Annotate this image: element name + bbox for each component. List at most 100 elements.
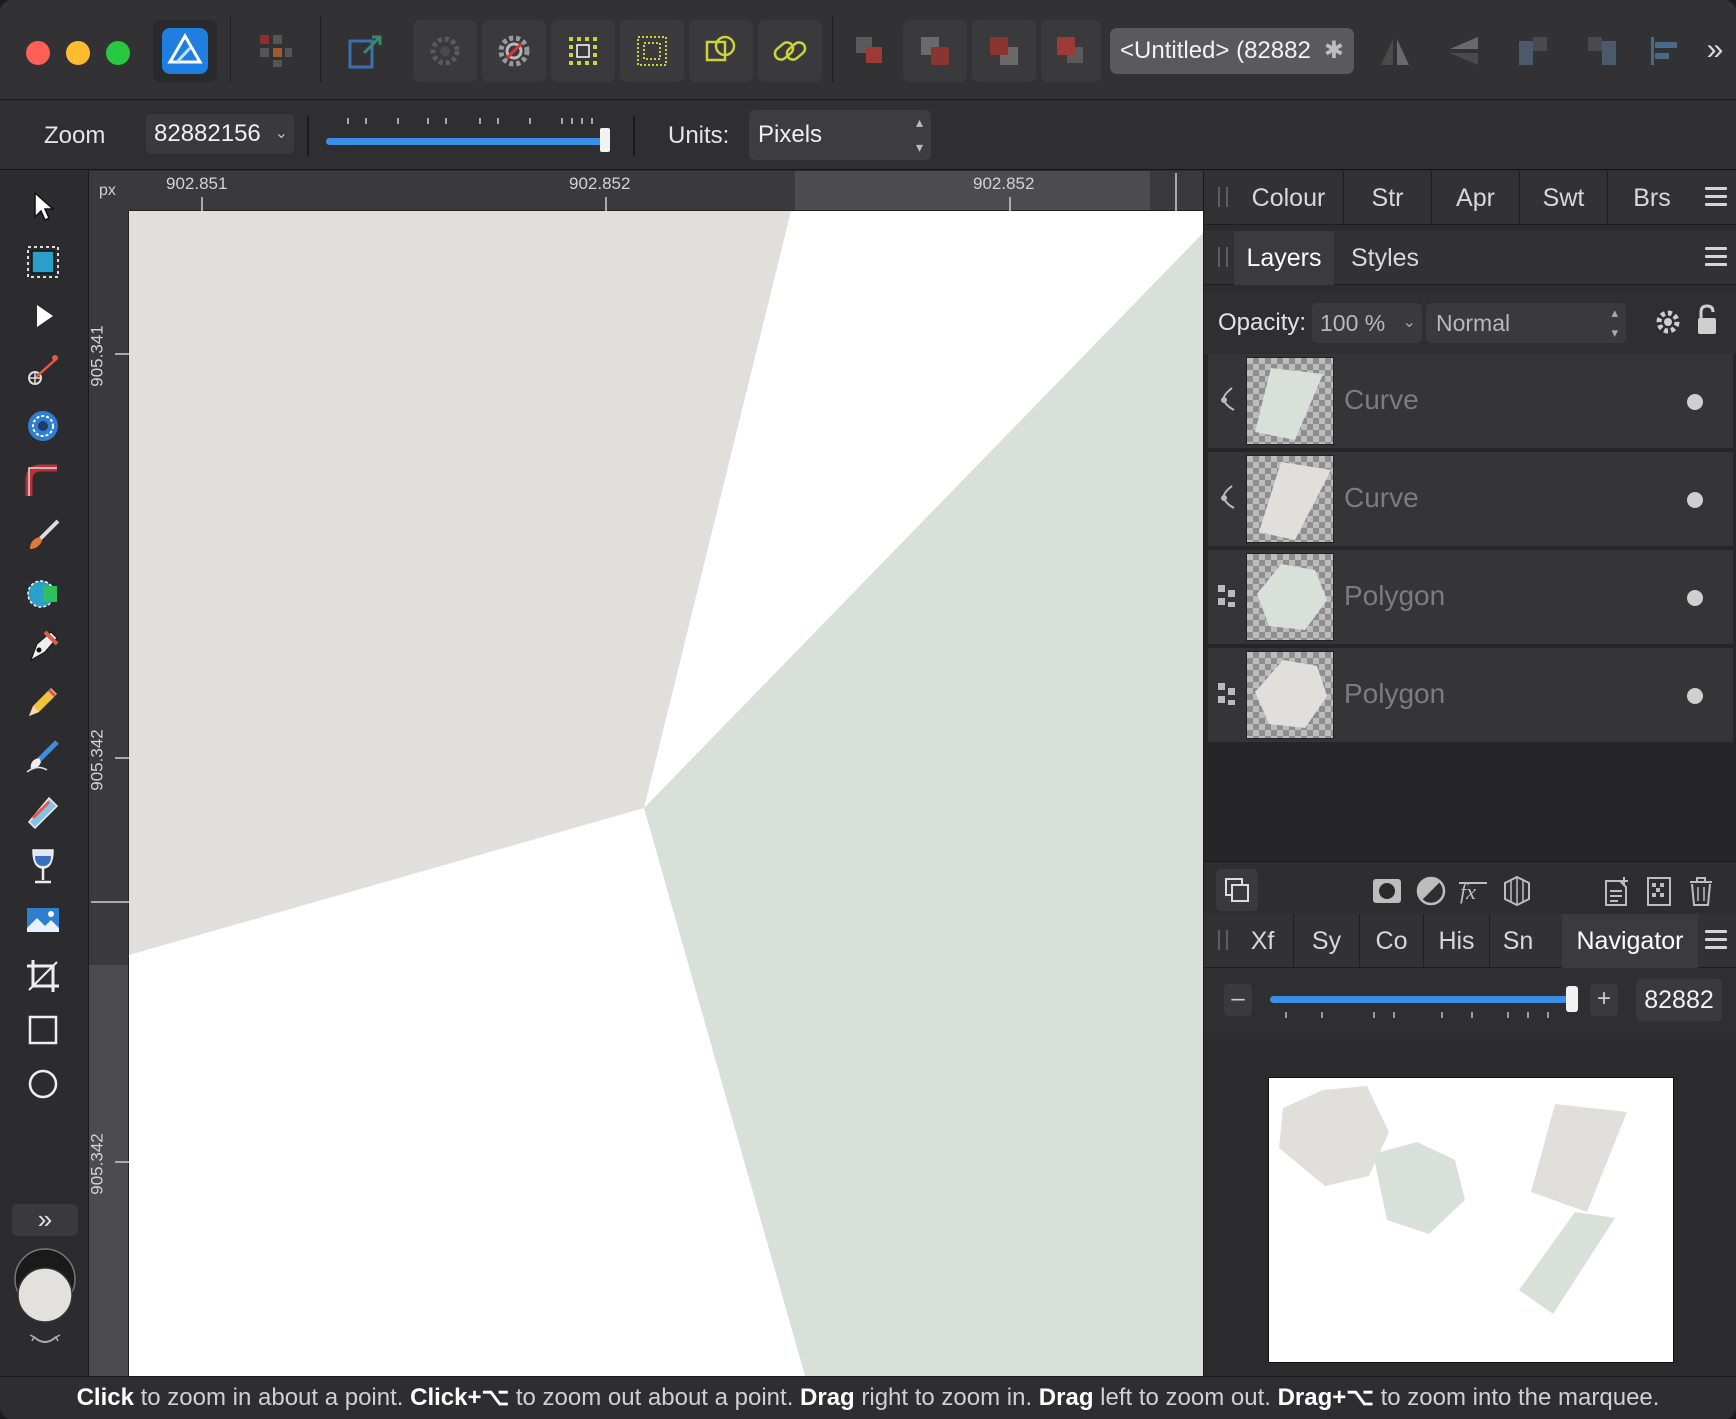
curve-icon	[1221, 485, 1235, 509]
move-tool-icon[interactable]	[20, 183, 66, 229]
minimize-window-button[interactable]	[66, 41, 90, 65]
layer-row[interactable]: Curve	[1208, 452, 1733, 548]
status-key: Drag	[800, 1384, 855, 1411]
layer-options-icon[interactable]	[1216, 869, 1258, 911]
corner-tool-icon[interactable]	[20, 459, 66, 505]
add-pixel-layer-icon[interactable]	[1598, 872, 1636, 910]
vector-brush-tool-icon[interactable]	[20, 733, 66, 779]
more-tools-button[interactable]: »	[12, 1204, 78, 1236]
blend-mode-select[interactable]: Normal ▴ ▾	[1426, 303, 1626, 343]
layer-settings-gear-icon[interactable]	[1654, 308, 1682, 336]
chevron-down-icon[interactable]: ⌄	[275, 114, 288, 154]
visibility-dot-icon[interactable]	[1687, 688, 1703, 704]
visibility-dot-icon[interactable]	[1687, 590, 1703, 606]
affinity-designer-app-icon[interactable]	[153, 20, 217, 82]
colour-swatches[interactable]	[12, 1245, 78, 1365]
fill-tool-icon[interactable]	[20, 789, 66, 835]
node-tool-icon[interactable]	[20, 293, 66, 339]
document-close-icon[interactable]: ✱	[1324, 28, 1344, 74]
align-icon[interactable]	[1640, 20, 1690, 82]
lock-icon[interactable]	[1696, 304, 1718, 336]
tab-snapshots[interactable]: Sn	[1490, 914, 1546, 968]
units-select[interactable]: Pixels ▴ ▾	[749, 110, 931, 160]
rotate-left-icon[interactable]	[1501, 20, 1565, 82]
layer-effects-icon[interactable]: fx	[1454, 872, 1492, 910]
snapping-settings-icon[interactable]	[482, 20, 546, 82]
panel-menu-icon[interactable]	[1705, 247, 1727, 267]
document-tab[interactable]: <Untitled> (82882 ✱	[1110, 28, 1354, 74]
zoom-out-button[interactable]: –	[1224, 984, 1252, 1016]
chevron-down-icon[interactable]: ⌄	[1403, 303, 1416, 343]
tab-styles[interactable]: Styles	[1336, 231, 1434, 285]
panel-menu-icon[interactable]	[1705, 187, 1727, 207]
rotate-right-icon[interactable]	[1570, 20, 1634, 82]
navigator-zoom-slider[interactable]	[1266, 982, 1584, 1026]
geometry-icon[interactable]	[689, 20, 753, 82]
crop-tool-icon[interactable]	[20, 953, 66, 999]
close-window-button[interactable]	[26, 41, 50, 65]
horizontal-ruler[interactable]: 902.851 902.852 902.852	[89, 171, 1203, 211]
rasterise-layer-icon[interactable]	[1640, 872, 1678, 910]
personas-icon[interactable]	[244, 20, 308, 82]
tab-appearance[interactable]: Apr	[1432, 171, 1520, 225]
ellipse-tool-icon[interactable]	[20, 1061, 66, 1107]
grid-icon[interactable]	[551, 20, 615, 82]
layer-row[interactable]: Curve	[1208, 354, 1733, 450]
contour-tool-icon[interactable]	[20, 403, 66, 449]
navigator-zoom-value[interactable]: 82882	[1636, 979, 1722, 1021]
paint-brush-tool-icon[interactable]	[20, 513, 66, 559]
tab-constraints[interactable]: Co	[1360, 914, 1424, 968]
layer-row[interactable]: Polygon	[1208, 648, 1733, 744]
place-image-tool-icon[interactable]	[20, 897, 66, 943]
colour-panel-tabs: Colour Str Apr Swt Brs	[1204, 171, 1736, 225]
arrange-back-icon[interactable]	[838, 20, 902, 82]
pencil-tool-icon[interactable]	[20, 679, 66, 725]
tab-colour[interactable]: Colour	[1234, 171, 1344, 225]
layer-list: Curve Curve Polygon Polygon	[1204, 354, 1736, 884]
vertical-ruler[interactable]: 905.341 905.342 905.342	[88, 171, 129, 1376]
panel-menu-icon[interactable]	[1705, 930, 1727, 950]
adjustment-layer-icon[interactable]	[1412, 872, 1450, 910]
flip-horizontal-icon[interactable]	[1363, 20, 1427, 82]
navigator-preview[interactable]	[1268, 1077, 1674, 1363]
pixel-grid-icon[interactable]	[620, 20, 684, 82]
visibility-dot-icon[interactable]	[1687, 492, 1703, 508]
tab-symbols[interactable]: Sy	[1294, 914, 1360, 968]
artboard-tool-icon[interactable]	[20, 239, 66, 285]
delete-layer-icon[interactable]	[1682, 872, 1720, 910]
tab-stroke[interactable]: Str	[1344, 171, 1432, 225]
vector-flood-fill-tool-icon[interactable]	[20, 569, 66, 615]
arrange-forward-icon[interactable]	[972, 20, 1036, 82]
toolbar-overflow-button[interactable]: »	[1700, 30, 1730, 70]
arrange-front-icon[interactable]	[1041, 20, 1101, 82]
mask-layer-icon[interactable]	[1368, 872, 1406, 910]
live-filter-icon[interactable]	[1498, 872, 1536, 910]
panel-grip-icon[interactable]	[1218, 187, 1228, 207]
tab-navigator[interactable]: Navigator	[1562, 914, 1698, 968]
maximize-window-button[interactable]	[106, 41, 130, 65]
tab-history[interactable]: His	[1424, 914, 1490, 968]
ruler-origin[interactable]: px	[89, 171, 129, 211]
link-icon[interactable]	[758, 20, 822, 82]
export-persona-icon[interactable]	[334, 20, 398, 82]
tab-transform[interactable]: Xf	[1232, 914, 1294, 968]
visibility-dot-icon[interactable]	[1687, 394, 1703, 410]
panel-grip-icon[interactable]	[1218, 930, 1228, 950]
document-canvas[interactable]	[129, 211, 1203, 1376]
panel-grip-icon[interactable]	[1218, 247, 1228, 267]
point-transform-tool-icon[interactable]	[20, 347, 66, 393]
snapping-gear-icon[interactable]	[413, 20, 477, 82]
tab-layers[interactable]: Layers	[1234, 231, 1334, 285]
rectangle-tool-icon[interactable]	[20, 1007, 66, 1053]
arrange-backward-icon[interactable]	[903, 20, 967, 82]
layer-row[interactable]: Polygon	[1208, 550, 1733, 646]
zoom-slider[interactable]	[322, 114, 618, 158]
tab-brushes[interactable]: Brs	[1608, 171, 1696, 225]
opacity-field[interactable]: 100 % ⌄	[1312, 303, 1422, 343]
transparency-tool-icon[interactable]	[20, 843, 66, 889]
pen-tool-icon[interactable]	[20, 623, 66, 669]
flip-vertical-icon[interactable]	[1432, 20, 1496, 82]
zoom-in-button[interactable]: +	[1590, 984, 1618, 1016]
tab-swatches[interactable]: Swt	[1520, 171, 1608, 225]
zoom-value-field[interactable]: 82882156 ⌄	[146, 114, 294, 154]
